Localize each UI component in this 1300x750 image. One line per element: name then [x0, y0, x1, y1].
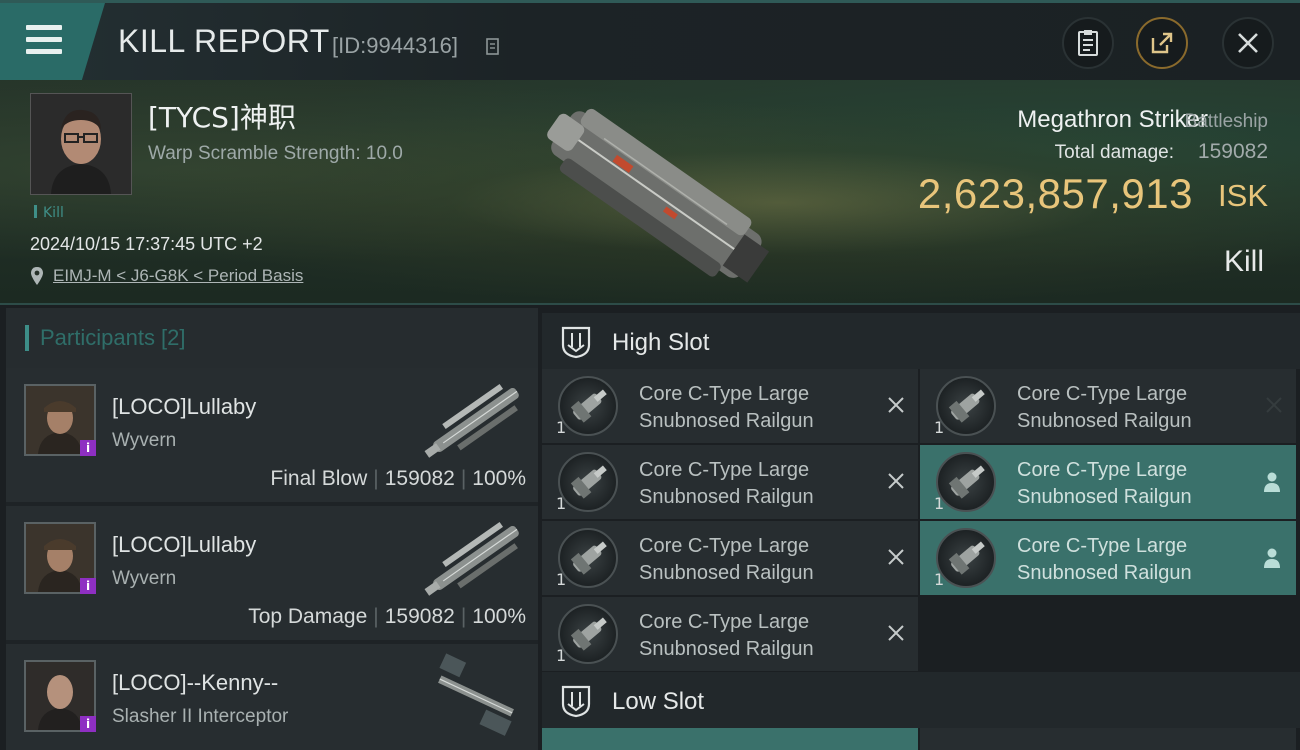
participant-damage: 159082	[384, 605, 455, 628]
module-item[interactable]: 1 Core C-Type Large Snubnosed Railgun	[920, 521, 1296, 595]
participant-ship-image	[438, 653, 514, 736]
participant-name[interactable]: [LOCO]--Kenny--	[112, 670, 278, 696]
destroyed-icon	[1266, 397, 1282, 413]
module-quantity: 1	[556, 494, 567, 513]
kill-datetime: 2024/10/15 17:37:45 UTC +2	[30, 234, 263, 254]
module-quantity: 1	[934, 418, 945, 437]
high-slot-title: High Slot	[612, 329, 710, 356]
kill-tag: Kill	[34, 205, 64, 221]
participants-header: Participants [2]	[6, 308, 538, 368]
participant-ship: Wyvern	[112, 430, 177, 451]
warp-scramble-strength: Warp Scramble Strength: 10.0	[148, 143, 403, 164]
participant-ship: Wyvern	[112, 568, 177, 589]
destroyed-icon	[888, 397, 904, 413]
total-damage-value: 159082	[1197, 140, 1268, 163]
participant-stats: Final Blow | 159082 | 100%	[270, 467, 526, 490]
location-pin-icon	[31, 267, 43, 285]
participants-accent	[25, 325, 29, 351]
railgun-icon	[936, 452, 996, 512]
share-icon	[1151, 32, 1173, 54]
module-name: Core C-Type Large Snubnosed Railgun	[1017, 459, 1192, 508]
page-title: KILL REPORT	[118, 23, 330, 59]
participant-role: Top Damage	[248, 605, 368, 628]
module-name: Core C-Type Large Snubnosed Railgun	[639, 535, 814, 584]
participant-percent: 100%	[472, 467, 526, 490]
module-quantity: 1	[934, 494, 945, 513]
low-slot-header: Low Slot	[542, 672, 1300, 728]
module-name: Core C-Type Large Snubnosed Railgun	[639, 611, 814, 660]
participant-row[interactable]: i [LOCO]Lullaby Wyvern Final Blow | 159082…	[6, 368, 538, 502]
destroyed-icon	[888, 549, 904, 565]
clipboard-button[interactable]	[1062, 17, 1114, 69]
railgun-icon	[558, 452, 618, 512]
clipboard-icon	[1078, 30, 1098, 56]
module-name: Core C-Type Large Snubnosed Railgun	[639, 459, 814, 508]
module-item[interactable]: 1 Core C-Type Large Snubnosed Railgun	[542, 445, 918, 519]
low-slot-item[interactable]	[920, 728, 1296, 750]
module-item[interactable]: 1 Core C-Type Large Snubnosed Railgun	[542, 369, 918, 443]
menu-button[interactable]	[0, 3, 105, 80]
module-quantity: 1	[556, 418, 567, 437]
report-id: [ID:9944316]	[332, 33, 458, 58]
participants-panel: Participants [2] i [LOCO]Lullaby Wyvern	[6, 308, 538, 750]
close-button[interactable]	[1222, 17, 1274, 69]
victim-ship-class: Battleship	[1184, 111, 1268, 132]
module-item[interactable]: 1 Core C-Type Large Snubnosed Railgun	[542, 597, 918, 671]
railgun-icon	[936, 376, 996, 436]
victim-portrait[interactable]	[30, 93, 132, 195]
module-name: Core C-Type Large Snubnosed Railgun	[639, 383, 814, 432]
info-badge[interactable]: i	[80, 578, 96, 594]
module-item[interactable]: 1 Core C-Type Large Snubnosed Railgun	[920, 445, 1296, 519]
module-name: Core C-Type Large Snubnosed Railgun	[1017, 383, 1192, 432]
participant-ship-image	[424, 383, 519, 458]
high-slot-icon	[561, 326, 591, 359]
railgun-icon	[558, 604, 618, 664]
person-icon	[1264, 472, 1280, 492]
destroyed-icon	[888, 625, 904, 641]
hamburger-icon	[26, 25, 62, 55]
module-quantity: 1	[556, 646, 567, 665]
participant-ship-image	[424, 521, 519, 596]
participant-name[interactable]: [LOCO]Lullaby	[112, 532, 256, 558]
participants-title: Participants [2]	[40, 325, 186, 350]
share-button[interactable]	[1136, 17, 1188, 69]
participant-stats: Top Damage | 159082 | 100%	[248, 605, 526, 628]
close-icon	[1238, 33, 1258, 53]
location-link[interactable]: EIMJ-M < J6-G8K < Period Basis	[53, 266, 303, 286]
victim-ship-name[interactable]: Megathron Striker	[1017, 106, 1208, 134]
participant-row[interactable]: i [LOCO]Lullaby Wyvern Top Damage | 159082…	[6, 506, 538, 640]
info-badge[interactable]: i	[80, 716, 96, 732]
info-badge[interactable]: i	[80, 440, 96, 456]
person-icon	[1264, 548, 1280, 568]
victim-name[interactable]: [TYCS]神职	[148, 96, 296, 136]
victim-avatar	[31, 94, 131, 194]
isk-value: 2,623,857,913	[917, 170, 1193, 217]
kill-result: Kill	[1223, 245, 1264, 278]
railgun-icon	[558, 528, 618, 588]
module-name: Core C-Type Large Snubnosed Railgun	[1017, 535, 1192, 584]
railgun-icon	[558, 376, 618, 436]
copy-icon[interactable]	[486, 36, 502, 56]
participant-row[interactable]: i [LOCO]--Kenny-- Slasher II Interceptor	[6, 644, 538, 750]
participant-role: Final Blow	[270, 467, 368, 490]
module-item[interactable]: 1 Core C-Type Large Snubnosed Railgun	[920, 369, 1296, 443]
low-slot-item[interactable]	[542, 728, 918, 750]
high-slot-header: High Slot	[542, 313, 1300, 369]
victim-ship-image	[547, 108, 770, 283]
participant-name[interactable]: [LOCO]Lullaby	[112, 394, 256, 420]
header-bar: KILL REPORT [ID:9944316]	[0, 0, 1300, 80]
participant-percent: 100%	[472, 605, 526, 628]
total-damage-label: Total damage:	[1054, 142, 1174, 163]
participant-ship: Slasher II Interceptor	[112, 706, 289, 727]
low-slot-title: Low Slot	[612, 688, 705, 715]
module-quantity: 1	[556, 570, 567, 589]
module-item[interactable]: 1 Core C-Type Large Snubnosed Railgun	[542, 521, 918, 595]
railgun-icon	[936, 528, 996, 588]
destroyed-icon	[888, 473, 904, 489]
participant-damage: 159082	[384, 467, 455, 490]
low-slot-icon	[561, 685, 591, 718]
module-quantity: 1	[934, 570, 945, 589]
isk-unit: ISK	[1218, 178, 1268, 213]
